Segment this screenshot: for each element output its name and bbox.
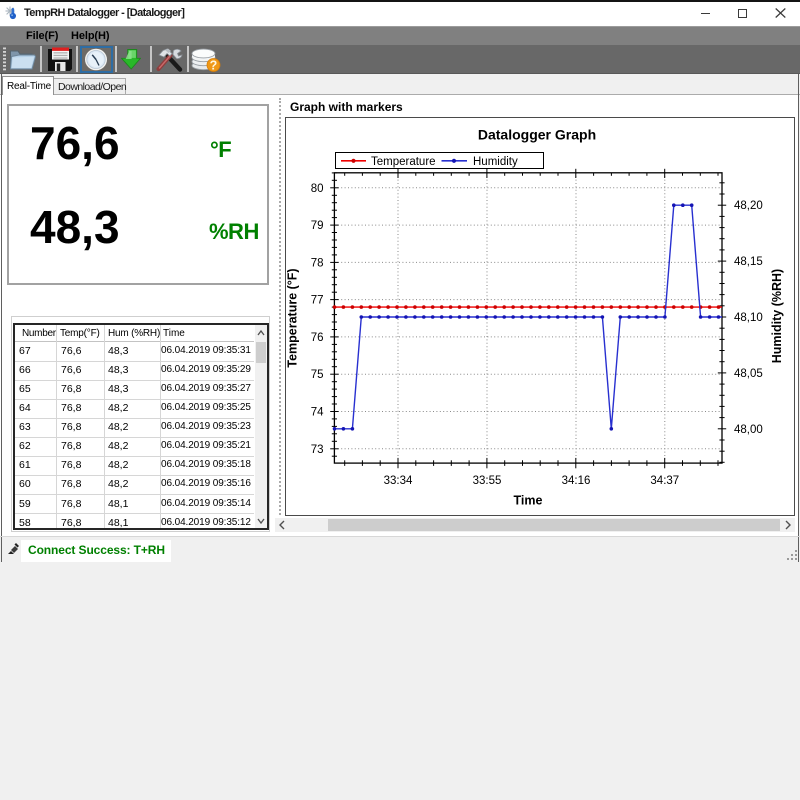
svg-text:75: 75 (311, 369, 324, 381)
svg-text:73: 73 (311, 444, 324, 456)
svg-text:33:55: 33:55 (473, 475, 502, 487)
svg-text:Humidity: Humidity (473, 156, 518, 168)
svg-text:80: 80 (311, 183, 324, 195)
svg-text:48,15: 48,15 (734, 256, 763, 268)
svg-text:48,05: 48,05 (734, 368, 763, 380)
svg-text:Humidity (%RH): Humidity (%RH) (770, 269, 784, 363)
svg-text:79: 79 (311, 220, 324, 232)
svg-text:48,10: 48,10 (734, 312, 763, 324)
svg-text:34:37: 34:37 (650, 475, 679, 487)
svg-text:48,20: 48,20 (734, 200, 763, 212)
svg-text:Datalogger Graph: Datalogger Graph (478, 127, 596, 143)
svg-text:33:34: 33:34 (384, 475, 413, 487)
svg-text:48,00: 48,00 (734, 424, 763, 436)
svg-text:Time: Time (514, 494, 543, 508)
svg-text:Temperature: Temperature (371, 156, 436, 168)
svg-text:74: 74 (311, 407, 324, 419)
svg-text:Temperature (°F): Temperature (°F) (286, 268, 300, 367)
svg-text:?: ? (210, 58, 218, 72)
svg-text:78: 78 (311, 257, 324, 269)
svg-text:77: 77 (311, 295, 324, 307)
svg-text:34:16: 34:16 (562, 475, 591, 487)
svg-text:76: 76 (311, 332, 324, 344)
